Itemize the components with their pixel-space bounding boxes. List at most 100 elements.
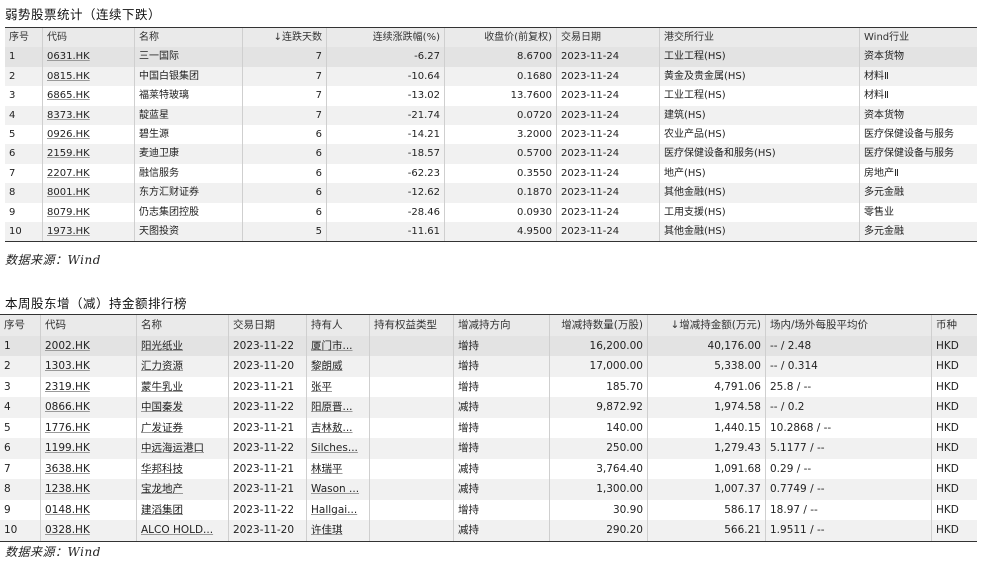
table-row[interactable]: 4 0866.HK 中国秦发 2023-11-22 阳原晋... 减持 9,872.92 1,… bbox=[0, 397, 977, 418]
cell-name: 中远海运港口 bbox=[137, 438, 229, 459]
cell-consecutive-days: 7 bbox=[243, 47, 327, 67]
cell-change-amount: 586.17 bbox=[648, 499, 766, 520]
cell-equity-type bbox=[370, 397, 454, 418]
cell-trade-date: 2023-11-24 bbox=[557, 124, 660, 145]
cell-avg-price: 0.29 / -- bbox=[766, 458, 932, 479]
cell-index: 4 bbox=[5, 105, 43, 125]
column-header-change-pct: 连续涨跌幅(%) bbox=[327, 28, 445, 48]
cell-wind-industry: 资本货物 bbox=[864, 109, 904, 121]
cell-avg-price: 18.97 / -- bbox=[766, 499, 932, 520]
cell-name: 中国白银集团 bbox=[135, 66, 243, 87]
column-header-equity-type: 持有权益类型 bbox=[370, 315, 454, 336]
table-row[interactable]: 7 2207.HK 融信服务 6 -62.23 0.3550 2023-11-24 地产(HS… bbox=[5, 163, 977, 184]
cell-wind-industry: 材料Ⅱ bbox=[864, 70, 889, 82]
table-row[interactable]: 3 2319.HK 蒙牛乳业 2023-11-21 张平 增持 185.70 4,791.06… bbox=[0, 376, 977, 397]
cell-change-pct: -13.02 bbox=[327, 86, 445, 106]
cell-name: 建滔集团 bbox=[137, 499, 229, 520]
cell-consecutive-days: 6 bbox=[243, 124, 327, 145]
cell-hkex-industry: 农业产品(HS) bbox=[660, 124, 860, 145]
table-row[interactable]: 6 2159.HK 麦迪卫康 6 -18.57 0.5700 2023-11-24 医疗保健设… bbox=[5, 144, 977, 164]
table-row[interactable]: 2 1303.HK 汇力资源 2023-11-20 黎朗威 增持 17,000.00 5,33… bbox=[0, 356, 977, 377]
cell-hkex-industry: 建筑(HS) bbox=[660, 105, 860, 125]
cell-consecutive-days: 7 bbox=[243, 86, 327, 106]
cell-trade-date: 2023-11-22 bbox=[229, 335, 307, 356]
cell-hkex-industry: 工用支援(HS) bbox=[660, 202, 860, 222]
table-header-row: 序号 代码 名称 ↓连跌天数 连续涨跌幅(%) 收盘价(前复权) 交易日期 港交所行业 Wind… bbox=[5, 28, 977, 48]
table-row[interactable]: 10 1973.HK 天图投资 5 -11.61 4.9500 2023-11-24 其他金融… bbox=[5, 221, 977, 242]
cell-change-pct: -10.64 bbox=[327, 66, 445, 87]
cell-code: 0148.HK bbox=[41, 499, 137, 520]
cell-change-shares: 1,300.00 bbox=[550, 479, 648, 500]
table-row[interactable]: 9 8079.HK 仍志集团控股 6 -28.46 0.0930 2023-11-24 工用支… bbox=[5, 202, 977, 222]
table-row[interactable]: 8 8001.HK 东方汇财证券 6 -12.62 0.1870 2023-11-24 其他金… bbox=[5, 183, 977, 203]
column-header-direction: 增减持方向 bbox=[454, 315, 550, 336]
cell-direction: 减持 bbox=[454, 520, 550, 541]
cell-hkex-industry: 工业工程(HS) bbox=[660, 47, 860, 67]
cell-direction: 增持 bbox=[454, 499, 550, 520]
cell-consecutive-days: 6 bbox=[243, 163, 327, 184]
cell-equity-type bbox=[370, 376, 454, 397]
cell-direction: 减持 bbox=[454, 397, 550, 418]
table-row[interactable]: 1 0631.HK 三一国际 7 -6.27 8.6700 2023-11-24 工业工程(H… bbox=[5, 47, 977, 67]
cell-name: 宝龙地产 bbox=[137, 479, 229, 500]
cell-name: 靛蓝星 bbox=[135, 105, 243, 125]
cell-trade-date: 2023-11-24 bbox=[557, 66, 660, 87]
cell-index: 1 bbox=[5, 47, 43, 67]
cell-code: 1199.HK bbox=[41, 438, 137, 459]
cell-currency: HKD bbox=[936, 339, 959, 352]
cell-change-shares: 185.70 bbox=[550, 376, 648, 397]
table-row[interactable]: 1 2002.HK 阳光纸业 2023-11-22 厦门市... 增持 16,200.00 4… bbox=[0, 335, 977, 356]
cell-wind-industry: 多元金融 bbox=[864, 187, 904, 199]
cell-change-pct: -21.74 bbox=[327, 105, 445, 125]
cell-wind-industry: 多元金融 bbox=[864, 225, 904, 237]
table-row[interactable]: 7 3638.HK 华邦科技 2023-11-21 林瑞平 减持 3,764.40 1,091… bbox=[0, 458, 977, 479]
cell-currency: HKD bbox=[936, 503, 959, 516]
cell-direction: 增持 bbox=[454, 417, 550, 438]
table-row[interactable]: 9 0148.HK 建滔集团 2023-11-22 Hallgai... 增持 30.90 5… bbox=[0, 499, 977, 520]
column-header-name: 名称 bbox=[135, 28, 243, 48]
cell-direction: 增持 bbox=[454, 438, 550, 459]
table-row[interactable]: 5 1776.HK 广发证券 2023-11-21 吉林敖... 增持 140.00 1,44… bbox=[0, 417, 977, 438]
cell-code: 1776.HK bbox=[41, 417, 137, 438]
cell-trade-date: 2023-11-24 bbox=[557, 202, 660, 222]
column-header-avg-price: 场内/场外每股平均价 bbox=[766, 315, 932, 336]
cell-change-shares: 9,872.92 bbox=[550, 397, 648, 418]
column-header-holder: 持有人 bbox=[307, 315, 370, 336]
cell-trade-date: 2023-11-24 bbox=[557, 105, 660, 125]
cell-change-amount: 1,974.58 bbox=[648, 397, 766, 418]
cell-consecutive-days: 7 bbox=[243, 66, 327, 87]
cell-name: 仍志集团控股 bbox=[135, 202, 243, 222]
cell-avg-price: -- / 0.314 bbox=[766, 356, 932, 377]
cell-holder: 许佳琪 bbox=[307, 520, 370, 541]
cell-index: 2 bbox=[0, 356, 41, 377]
cell-change-amount: 1,091.68 bbox=[648, 458, 766, 479]
cell-wind-industry: 资本货物 bbox=[864, 51, 904, 63]
table-row[interactable]: 10 0328.HK ALCO HOLD... 2023-11-20 许佳琪 减持 290.… bbox=[0, 520, 977, 541]
cell-change-shares: 16,200.00 bbox=[550, 335, 648, 356]
cell-holder: 吉林敖... bbox=[307, 417, 370, 438]
column-header-index: 序号 bbox=[5, 28, 43, 48]
cell-trade-date: 2023-11-21 bbox=[229, 479, 307, 500]
cell-name: 福莱特玻璃 bbox=[135, 86, 243, 106]
cell-holder: 厦门市... bbox=[307, 335, 370, 356]
table-row[interactable]: 3 6865.HK 福莱特玻璃 7 -13.02 13.7600 2023-11-24 工业工… bbox=[5, 86, 977, 106]
cell-consecutive-days: 6 bbox=[243, 183, 327, 203]
table-row[interactable]: 4 8373.HK 靛蓝星 7 -21.74 0.0720 2023-11-24 建筑(HS)… bbox=[5, 105, 977, 125]
column-header-code: 代码 bbox=[41, 315, 137, 336]
cell-name: 东方汇财证券 bbox=[135, 183, 243, 203]
cell-equity-type bbox=[370, 520, 454, 541]
cell-name: 中国秦发 bbox=[137, 397, 229, 418]
cell-equity-type bbox=[370, 356, 454, 377]
table-row[interactable]: 8 1238.HK 宝龙地产 2023-11-21 Wason ... 减持 1,300.0… bbox=[0, 479, 977, 500]
column-header-wind-industry: Wind行业 bbox=[864, 32, 910, 43]
cell-holder: Silches... bbox=[307, 438, 370, 459]
cell-wind-industry: 零售业 bbox=[864, 206, 894, 218]
table-row[interactable]: 2 0815.HK 中国白银集团 7 -10.64 0.1680 2023-11-24 黄金及… bbox=[5, 66, 977, 87]
cell-equity-type bbox=[370, 335, 454, 356]
cell-close-price: 8.6700 bbox=[445, 47, 557, 67]
table-row[interactable]: 5 0926.HK 碧生源 6 -14.21 3.2000 2023-11-24 农业产品(H… bbox=[5, 124, 977, 145]
table-row[interactable]: 6 1199.HK 中远海运港口 2023-11-22 Silches... 增持 250.… bbox=[0, 438, 977, 459]
cell-direction: 减持 bbox=[454, 479, 550, 500]
cell-change-shares: 17,000.00 bbox=[550, 356, 648, 377]
cell-name: 蒙牛乳业 bbox=[137, 376, 229, 397]
